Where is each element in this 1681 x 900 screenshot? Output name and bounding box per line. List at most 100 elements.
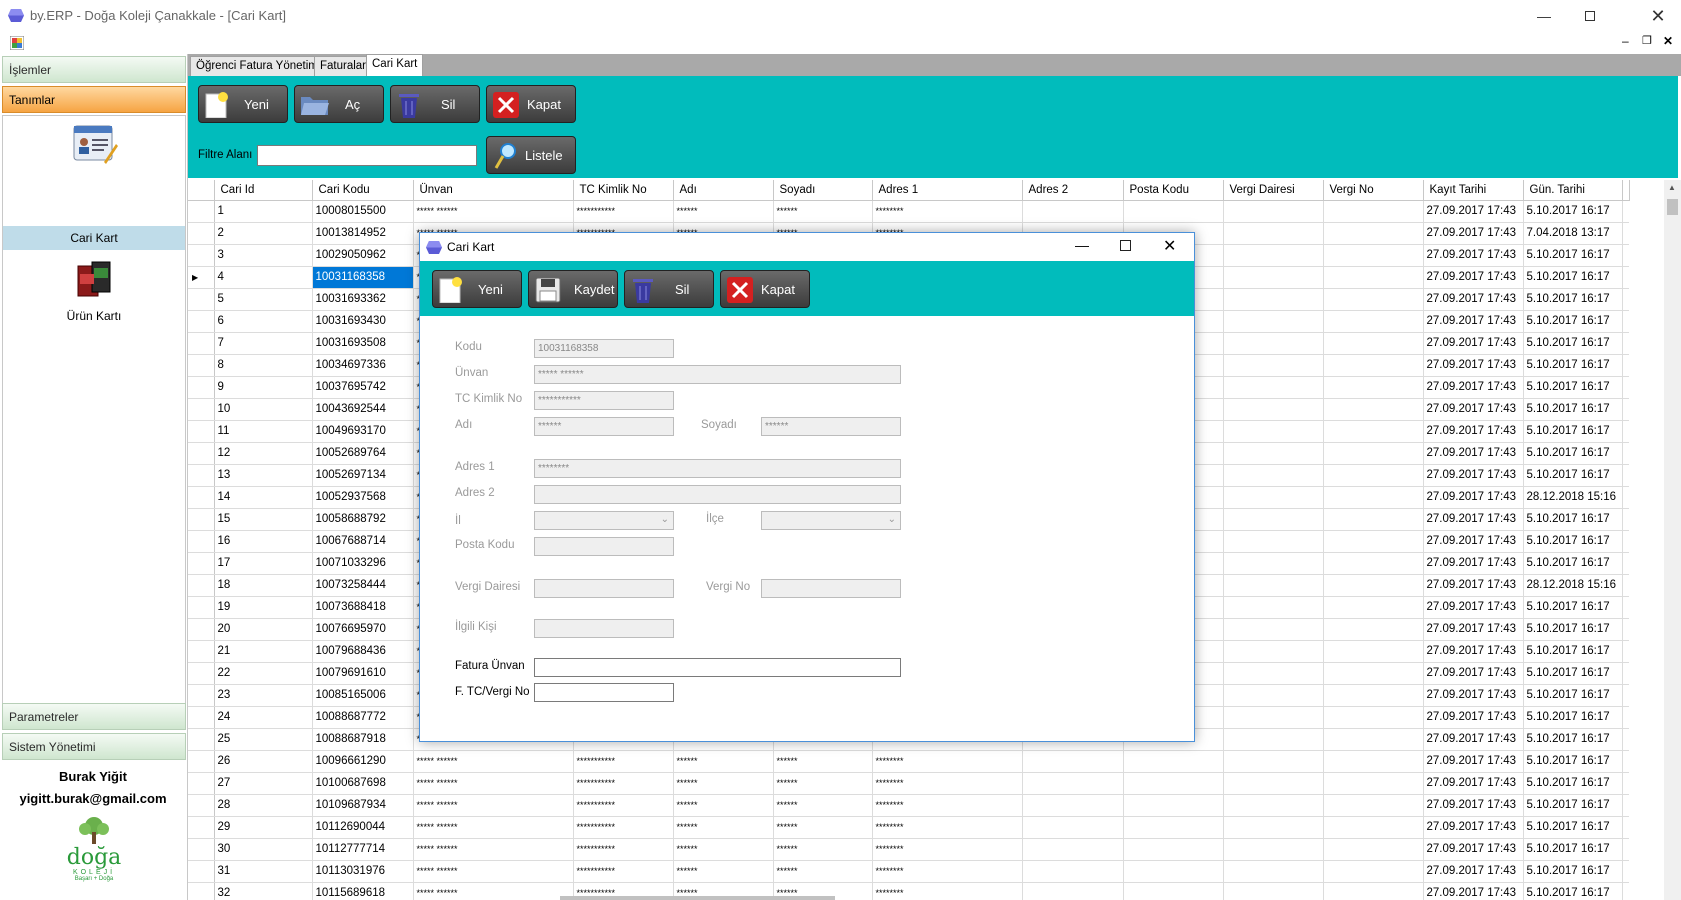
table-cell[interactable]	[1323, 354, 1424, 377]
table-cell[interactable]: 5.10.2017 16:17	[1523, 530, 1623, 553]
table-cell[interactable]: 5.10.2017 16:17	[1523, 288, 1623, 311]
table-cell[interactable]	[1223, 310, 1324, 333]
table-cell[interactable]: 5.10.2017 16:17	[1523, 332, 1623, 355]
table-cell[interactable]	[1323, 706, 1424, 729]
table-cell[interactable]: 27.09.2017 17:43	[1423, 244, 1524, 267]
table-cell[interactable]: ******	[673, 772, 774, 795]
table-row[interactable]: 27 10100687698 ***** ****** *********** ****…	[188, 772, 1629, 795]
table-cell[interactable]	[1123, 860, 1224, 883]
table-cell[interactable]	[1022, 838, 1124, 861]
column-header[interactable]: Cari Kodu	[312, 180, 414, 201]
table-cell[interactable]	[1323, 772, 1424, 795]
table-cell[interactable]: 10100687698	[312, 772, 414, 795]
table-cell[interactable]: ********	[872, 860, 1023, 883]
table-cell[interactable]	[1223, 728, 1324, 751]
table-cell[interactable]: 10	[214, 398, 313, 421]
table-cell[interactable]	[1323, 464, 1424, 487]
table-row[interactable]: 26 10096661290 ***** ****** *********** ****…	[188, 750, 1629, 773]
table-cell[interactable]: 27.09.2017 17:43	[1423, 200, 1524, 223]
table-cell[interactable]: 10052697134	[312, 464, 414, 487]
table-cell[interactable]: 5.10.2017 16:17	[1523, 244, 1623, 267]
table-cell[interactable]: 27.09.2017 17:43	[1423, 574, 1524, 597]
table-cell[interactable]	[1223, 684, 1324, 707]
table-cell[interactable]	[1223, 552, 1324, 575]
table-cell[interactable]	[1022, 794, 1124, 817]
table-cell[interactable]: 10008015500	[312, 200, 414, 223]
row-header[interactable]	[188, 640, 215, 663]
row-header[interactable]	[188, 794, 215, 817]
table-cell[interactable]: 10031693508	[312, 332, 414, 355]
table-cell[interactable]: 5.10.2017 16:17	[1523, 376, 1623, 399]
section-parametreler[interactable]: Parametreler	[2, 703, 186, 730]
table-cell[interactable]: ********	[872, 816, 1023, 839]
table-cell[interactable]: 10096661290	[312, 750, 414, 773]
table-cell[interactable]: 5.10.2017 16:17	[1523, 596, 1623, 619]
column-header[interactable]: Soyadı	[773, 180, 873, 201]
table-cell[interactable]: ***********	[573, 772, 674, 795]
row-header[interactable]	[188, 508, 215, 531]
table-cell[interactable]	[1323, 574, 1424, 597]
table-cell[interactable]	[1323, 376, 1424, 399]
table-cell[interactable]: 27.09.2017 17:43	[1423, 376, 1524, 399]
column-header[interactable]: Kayıt Tarihi	[1423, 180, 1524, 201]
table-cell[interactable]	[1223, 420, 1324, 443]
tab-faturalar[interactable]: Faturalar	[314, 56, 373, 76]
table-cell[interactable]: 19	[214, 596, 313, 619]
table-cell[interactable]: 27.09.2017 17:43	[1423, 508, 1524, 531]
table-cell[interactable]: 28.12.2018 15:16	[1523, 486, 1623, 509]
table-cell[interactable]	[1223, 706, 1324, 729]
table-cell[interactable]	[1223, 530, 1324, 553]
table-cell[interactable]: 25	[214, 728, 313, 751]
invoice-tax-field[interactable]	[534, 683, 674, 702]
table-cell[interactable]: 1	[214, 200, 313, 223]
table-cell[interactable]: 10071033296	[312, 552, 414, 575]
table-cell[interactable]: 27.09.2017 17:43	[1423, 222, 1524, 245]
table-cell[interactable]: 10088687772	[312, 706, 414, 729]
table-cell[interactable]	[1223, 640, 1324, 663]
table-cell[interactable]	[1123, 816, 1224, 839]
table-cell[interactable]: 10073258444	[312, 574, 414, 597]
table-cell[interactable]: 9	[214, 376, 313, 399]
table-cell[interactable]: ***** ******	[413, 772, 574, 795]
table-cell[interactable]	[1323, 310, 1424, 333]
table-cell[interactable]	[1223, 662, 1324, 685]
row-header[interactable]	[188, 442, 215, 465]
table-cell[interactable]	[1223, 398, 1324, 421]
table-cell[interactable]: 5.10.2017 16:17	[1523, 882, 1623, 900]
table-cell[interactable]: 10031168358	[312, 266, 414, 289]
table-cell[interactable]: ***** ******	[413, 750, 574, 773]
table-cell[interactable]	[1323, 552, 1424, 575]
table-cell[interactable]: 5.10.2017 16:17	[1523, 860, 1623, 883]
table-row[interactable]: 29 10112690044 ***** ****** *********** ****…	[188, 816, 1629, 839]
table-cell[interactable]	[1323, 530, 1424, 553]
maximize-button[interactable]	[1567, 0, 1613, 32]
district-select[interactable]: ⌄	[761, 511, 901, 530]
table-cell[interactable]	[1223, 794, 1324, 817]
column-header[interactable]: Vergi Dairesi	[1223, 180, 1324, 201]
table-cell[interactable]: 27.09.2017 17:43	[1423, 464, 1524, 487]
table-row[interactable]: 28 10109687934 ***** ****** *********** ****…	[188, 794, 1629, 817]
column-header[interactable]: Vergi No	[1323, 180, 1424, 201]
row-header[interactable]	[188, 288, 215, 311]
table-cell[interactable]: 5.10.2017 16:17	[1523, 200, 1623, 223]
row-header[interactable]	[188, 574, 215, 597]
table-cell[interactable]: 5.10.2017 16:17	[1523, 794, 1623, 817]
table-cell[interactable]	[1323, 596, 1424, 619]
table-cell[interactable]	[1323, 684, 1424, 707]
table-cell[interactable]	[1223, 750, 1324, 773]
table-cell[interactable]: ***********	[573, 860, 674, 883]
table-cell[interactable]: 10112690044	[312, 816, 414, 839]
row-header[interactable]	[188, 530, 215, 553]
table-cell[interactable]: 20	[214, 618, 313, 641]
table-cell[interactable]: ***** ******	[413, 860, 574, 883]
table-cell[interactable]	[1323, 244, 1424, 267]
table-cell[interactable]: 10058688792	[312, 508, 414, 531]
table-cell[interactable]: ******	[673, 794, 774, 817]
table-cell[interactable]: 10031693430	[312, 310, 414, 333]
table-cell[interactable]: 18	[214, 574, 313, 597]
name-field[interactable]: ******	[534, 417, 674, 436]
tc-field[interactable]: ***********	[534, 391, 674, 410]
table-cell[interactable]: ******	[673, 860, 774, 883]
table-cell[interactable]: 27.09.2017 17:43	[1423, 838, 1524, 861]
table-cell[interactable]: 22	[214, 662, 313, 685]
